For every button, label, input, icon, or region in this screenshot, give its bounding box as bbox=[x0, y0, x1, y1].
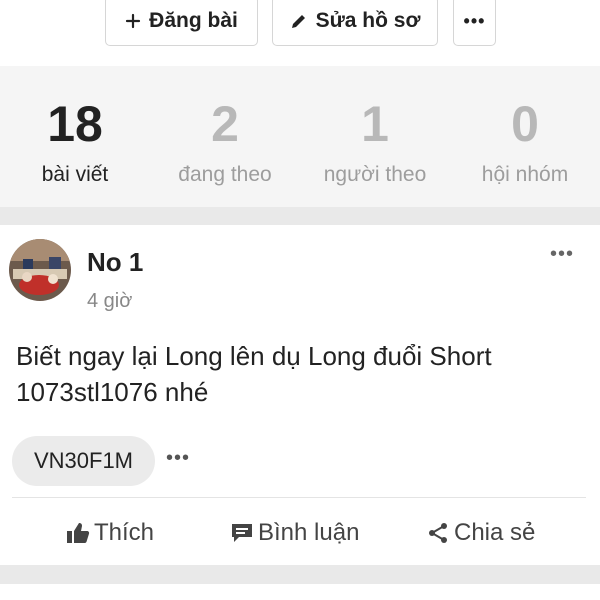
comment-icon bbox=[230, 522, 254, 544]
share-button[interactable]: Chia sẻ bbox=[426, 516, 535, 550]
create-post-button[interactable]: Đăng bài bbox=[105, 0, 258, 46]
stat-followers-label: người theo bbox=[323, 163, 427, 186]
share-label: Chia sẻ bbox=[454, 519, 536, 546]
stat-groups-label: hội nhóm bbox=[481, 163, 569, 186]
stat-posts-value: 18 bbox=[47, 96, 103, 152]
profile-toolbar: Đăng bài Sửa hồ sơ ••• bbox=[0, 0, 600, 66]
stat-following-value: 2 bbox=[211, 96, 239, 152]
post-time: 4 giờ bbox=[87, 290, 133, 312]
more-dots-icon: ••• bbox=[463, 10, 486, 31]
stat-followers-value: 1 bbox=[361, 96, 389, 152]
tag-more-icon[interactable]: ••• bbox=[166, 447, 190, 470]
share-icon bbox=[426, 521, 450, 545]
stat-posts-label: bài viết bbox=[41, 163, 109, 186]
thumbs-up-icon bbox=[66, 522, 90, 544]
comment-label: Bình luận bbox=[258, 519, 360, 546]
post-content-line2: 1073stl1076 nhé bbox=[16, 377, 209, 407]
like-button[interactable]: Thích bbox=[66, 516, 154, 550]
edit-profile-label: Sửa hồ sơ bbox=[315, 9, 421, 32]
post-content: Biết ngay lại Long lên dụ Long đuổi Shor… bbox=[16, 338, 586, 410]
actions-divider bbox=[12, 497, 586, 498]
create-post-label: Đăng bài bbox=[149, 9, 238, 32]
avatar[interactable] bbox=[9, 239, 71, 301]
post-author[interactable]: No 1 bbox=[87, 247, 143, 278]
profile-stats: 18 bài viết 2 đang theo 1 người theo 0 h… bbox=[0, 66, 600, 207]
stat-groups-value: 0 bbox=[511, 96, 539, 152]
stock-tag[interactable]: VN30F1M bbox=[12, 436, 155, 486]
post-menu-icon[interactable]: ••• bbox=[550, 243, 574, 266]
like-label: Thích bbox=[94, 519, 155, 546]
edit-profile-button[interactable]: Sửa hồ sơ bbox=[272, 0, 438, 46]
next-post-card bbox=[0, 584, 600, 600]
post-card: No 1 4 giờ ••• Biết ngay lại Long lên dụ… bbox=[0, 225, 600, 565]
more-options-button[interactable]: ••• bbox=[453, 0, 496, 46]
post-content-line1: Biết ngay lại Long lên dụ Long đuổi Shor… bbox=[16, 341, 492, 371]
stat-following-label: đang theo bbox=[178, 163, 272, 186]
pencil-icon bbox=[290, 12, 308, 30]
comment-button[interactable]: Bình luận bbox=[230, 516, 359, 550]
plus-icon bbox=[125, 13, 141, 29]
